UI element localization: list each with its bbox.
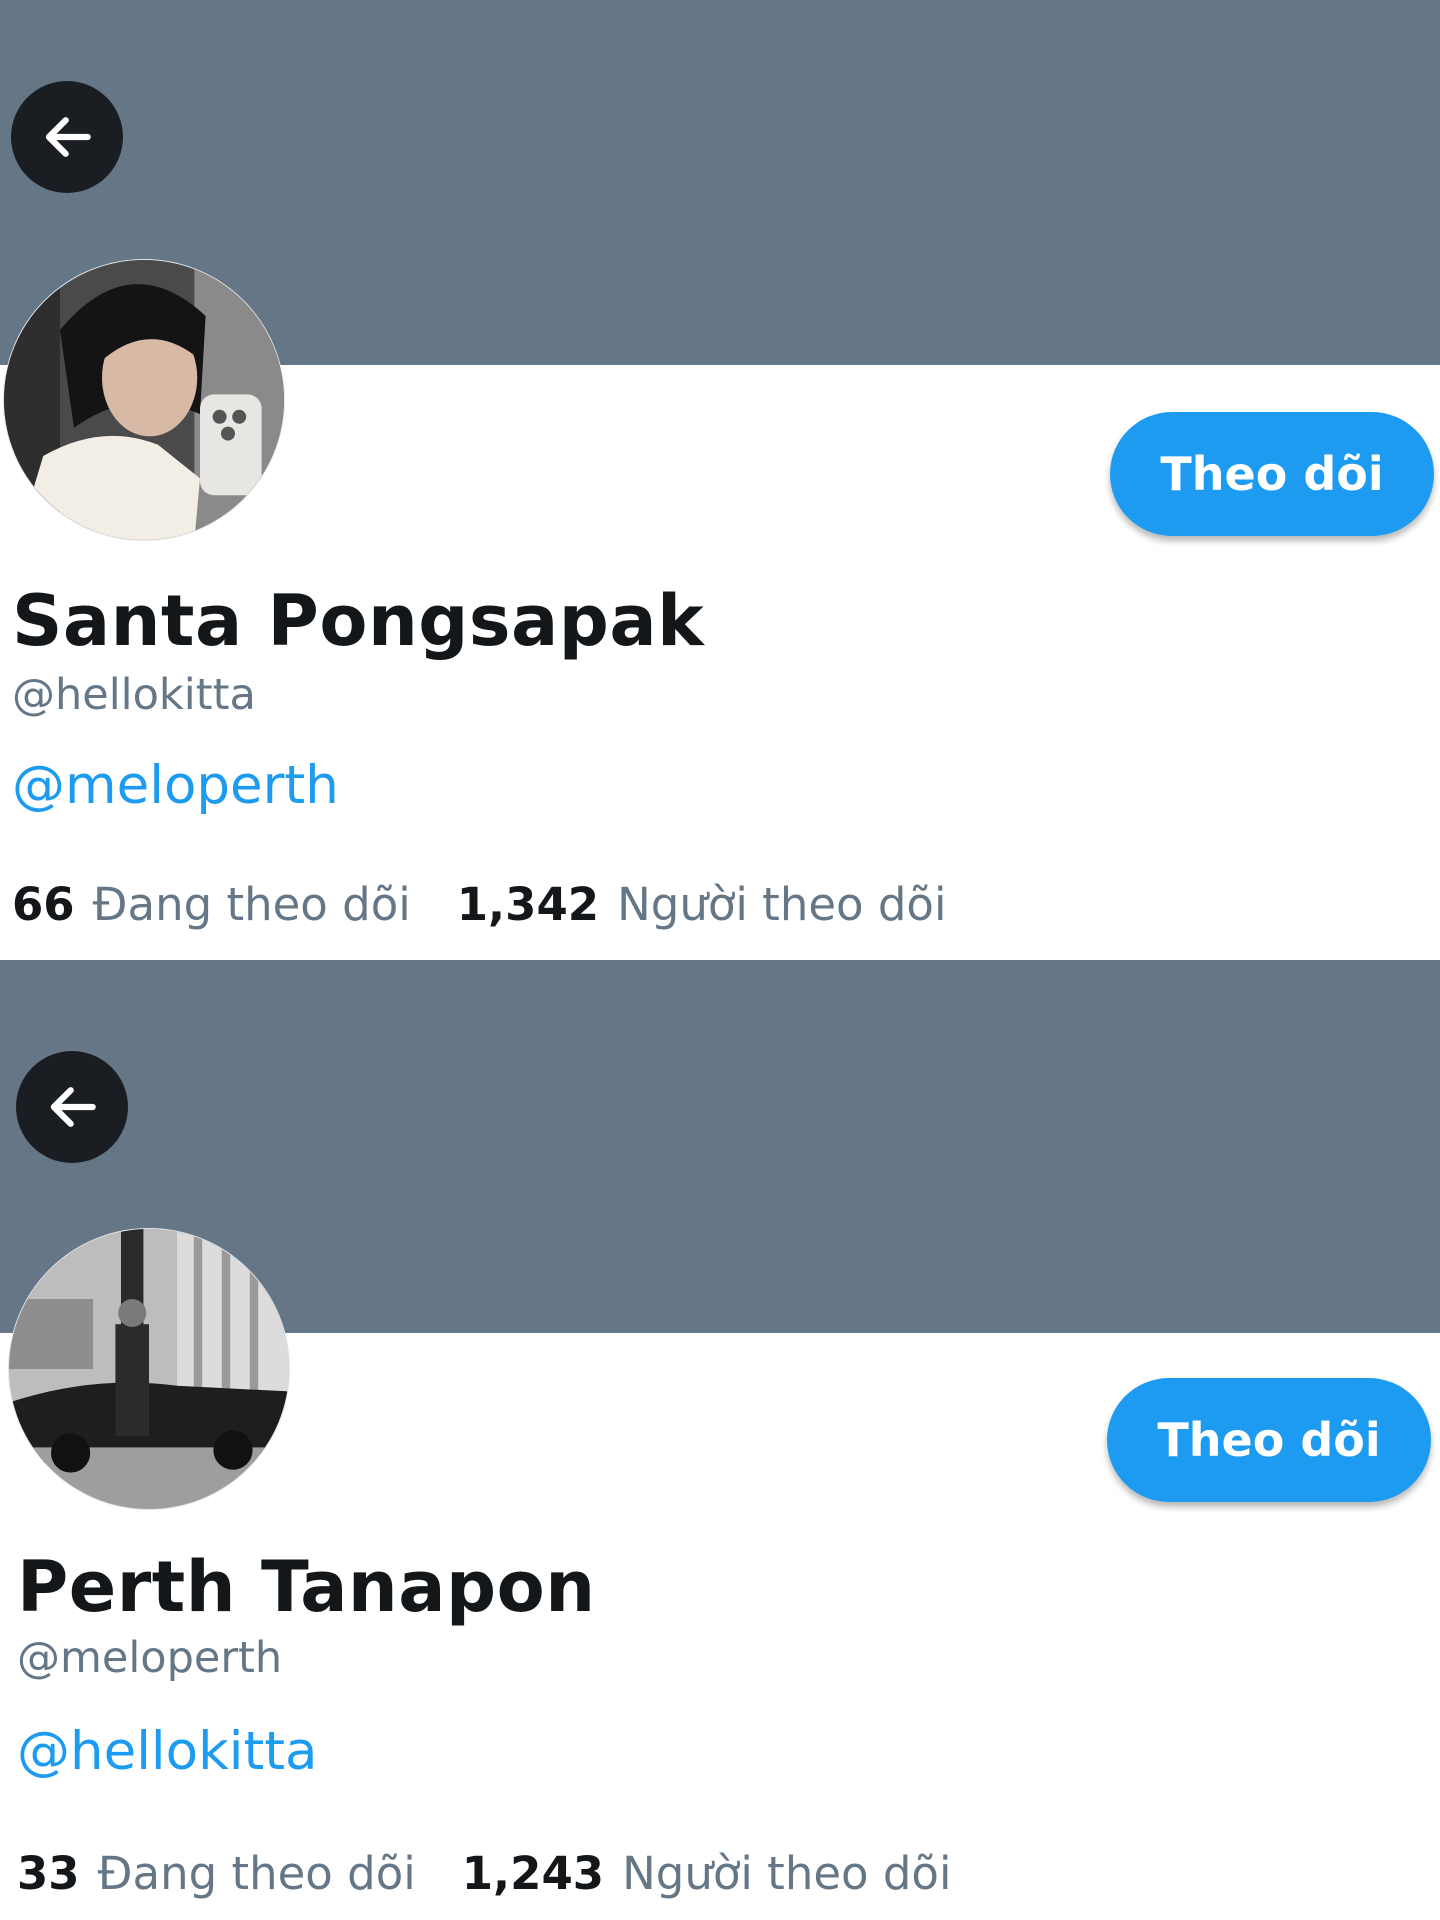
avatar[interactable] [3, 259, 285, 541]
following-label: Đang theo dõi [92, 878, 411, 931]
arrow-left-icon [50, 1087, 96, 1127]
profile-header-1: Theo dõi Santa Pongsapak @hellokitta @me… [0, 0, 1440, 960]
followers-count: 1,243 [461, 1847, 605, 1900]
follow-button[interactable]: Theo dõi [1107, 1378, 1431, 1502]
follow-stats: 33 Đang theo dõi 1,243 Người theo dõi [17, 1847, 951, 1900]
following-stat[interactable]: 66 Đang theo dõi [12, 878, 411, 931]
following-label: Đang theo dõi [97, 1847, 416, 1900]
username-handle: @hellokitta [12, 670, 256, 720]
bio-mention-link[interactable]: @meloperth [12, 755, 339, 816]
back-button[interactable] [11, 81, 123, 193]
profile-header-2: Theo dõi Perth Tanapon @meloperth @hello… [0, 960, 1440, 1920]
bio-mention-link[interactable]: @hellokitta [17, 1721, 318, 1782]
followers-stat[interactable]: 1,243 Người theo dõi [462, 1847, 952, 1900]
followers-label: Người theo dõi [622, 1847, 952, 1900]
following-count: 33 [17, 1847, 80, 1900]
display-name: Perth Tanapon [17, 1546, 596, 1628]
followers-stat[interactable]: 1,342 Người theo dõi [457, 878, 947, 931]
followers-label: Người theo dõi [617, 878, 947, 931]
following-stat[interactable]: 33 Đang theo dõi [17, 1847, 416, 1900]
display-name: Santa Pongsapak [12, 580, 705, 662]
follow-stats: 66 Đang theo dõi 1,342 Người theo dõi [12, 878, 946, 931]
avatar[interactable] [8, 1228, 290, 1510]
follow-button[interactable]: Theo dõi [1110, 412, 1434, 536]
back-button[interactable] [16, 1051, 128, 1163]
arrow-left-icon [45, 117, 91, 157]
username-handle: @meloperth [17, 1633, 283, 1683]
followers-count: 1,342 [456, 878, 600, 931]
following-count: 66 [12, 878, 75, 931]
